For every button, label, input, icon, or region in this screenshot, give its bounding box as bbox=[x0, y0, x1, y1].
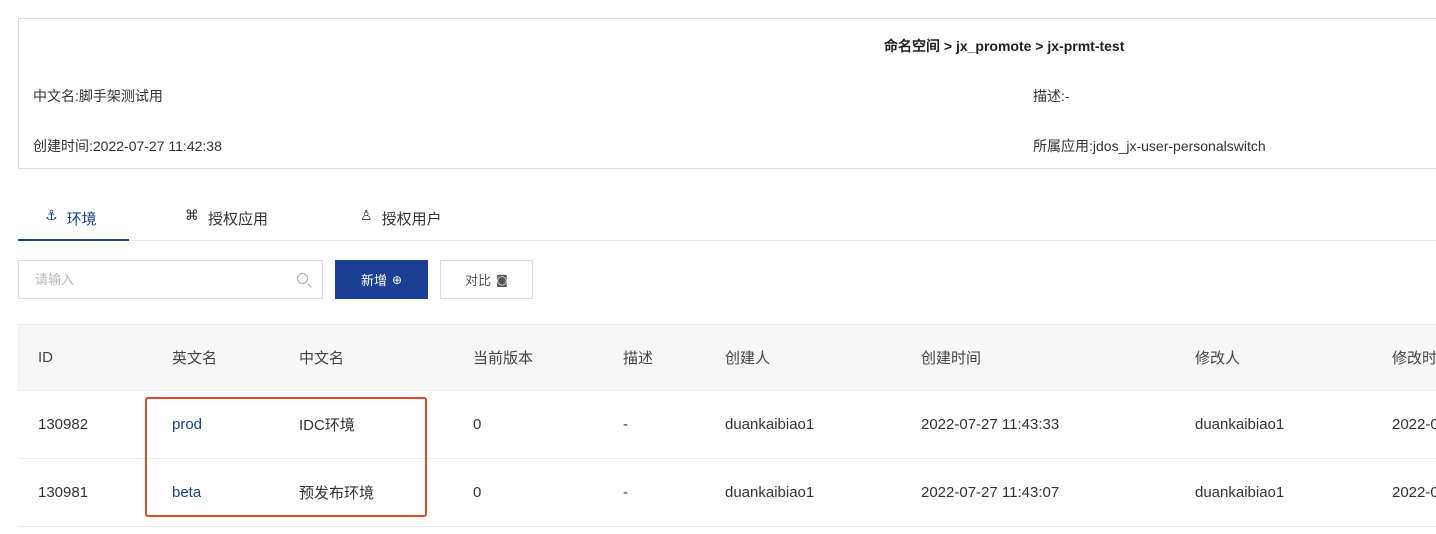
anchor-icon: ⚓ bbox=[45, 208, 58, 224]
cell-modified-time: 2022-07-27 11:43:33 bbox=[1392, 416, 1436, 433]
cell-id: 130982 bbox=[38, 416, 89, 433]
cell-description: - bbox=[623, 484, 628, 501]
table-row[interactable]: 130981 beta 预发布环境 0 - duankaibiao1 2022-… bbox=[18, 459, 1436, 527]
cell-current-version: 0 bbox=[473, 484, 482, 501]
tab-bar: ⚓ 环境 ⌘ 授权应用 ♙ 授权用户 bbox=[18, 200, 1436, 241]
search-icon[interactable] bbox=[297, 273, 308, 284]
table-header: ID 英文名 中文名 当前版本 描述 创建人 创建时间 修改人 修改时间 bbox=[18, 324, 1436, 391]
header-modified-time: 修改时间 bbox=[1392, 350, 1436, 367]
description-info: 描述:- bbox=[1033, 88, 1070, 104]
cell-id: 130981 bbox=[38, 484, 89, 501]
header-chinese-name: 中文名 bbox=[299, 350, 345, 367]
namespace-info-panel: 命名空间 > jx_promote > jx-prmt-test 中文名:脚手架… bbox=[18, 18, 1436, 169]
cell-chinese-name: 预发布环境 bbox=[299, 485, 375, 502]
app-info: 所属应用:jdos_jx-user-personalswitch bbox=[1033, 138, 1266, 154]
tab-authorized-users[interactable]: ♙ 授权用户 bbox=[360, 200, 442, 240]
created-time-info: 创建时间:2022-07-27 11:42:38 bbox=[33, 138, 222, 154]
compare-button-label: 对比 bbox=[465, 273, 492, 288]
tab-authorized-apps[interactable]: ⌘ 授权应用 bbox=[185, 200, 268, 240]
add-button[interactable]: 新增 ⊕ bbox=[335, 260, 428, 299]
tab-environment-label: 环境 bbox=[66, 211, 97, 228]
breadcrumb: 命名空间 > jx_promote > jx-prmt-test bbox=[884, 38, 1125, 54]
header-description: 描述 bbox=[623, 350, 654, 367]
cell-english-name-link[interactable]: beta bbox=[172, 459, 201, 526]
header-id: ID bbox=[38, 349, 53, 366]
cell-modified-time: 2022-07-27 11:43:07 bbox=[1392, 484, 1436, 501]
cell-description: - bbox=[623, 416, 628, 433]
plus-circle-icon: ⊕ bbox=[391, 272, 403, 287]
tab-authorized-apps-label: 授权应用 bbox=[208, 211, 269, 228]
cell-creator: duankaibiao1 bbox=[725, 484, 815, 501]
search-input[interactable] bbox=[19, 261, 279, 298]
table-row[interactable]: 130982 prod IDC环境 0 - duankaibiao1 2022-… bbox=[18, 391, 1436, 459]
tab-environment[interactable]: ⚓ 环境 bbox=[18, 200, 129, 241]
header-creator: 创建人 bbox=[725, 350, 771, 367]
header-modifier: 修改人 bbox=[1195, 350, 1241, 367]
cell-english-name-link[interactable]: prod bbox=[172, 391, 202, 458]
cell-created-time: 2022-07-27 11:43:33 bbox=[921, 416, 1060, 433]
camera-icon: ◙ bbox=[496, 272, 508, 287]
add-button-label: 新增 bbox=[360, 273, 387, 288]
search-box bbox=[18, 260, 323, 299]
header-created-time: 创建时间 bbox=[921, 350, 982, 367]
tab-authorized-users-label: 授权用户 bbox=[381, 211, 442, 228]
cell-current-version: 0 bbox=[473, 416, 482, 433]
chinese-name-info: 中文名:脚手架测试用 bbox=[33, 88, 163, 104]
compare-button[interactable]: 对比 ◙ bbox=[440, 260, 533, 299]
cell-chinese-name: IDC环境 bbox=[299, 417, 355, 434]
command-icon: ⌘ bbox=[185, 208, 199, 224]
cell-created-time: 2022-07-27 11:43:07 bbox=[921, 484, 1060, 501]
cell-modifier: duankaibiao1 bbox=[1195, 416, 1285, 433]
cell-modifier: duankaibiao1 bbox=[1195, 484, 1285, 501]
header-current-version: 当前版本 bbox=[473, 350, 534, 367]
cell-creator: duankaibiao1 bbox=[725, 416, 815, 433]
environment-table: ID 英文名 中文名 当前版本 描述 创建人 创建时间 修改人 修改时间 130… bbox=[18, 324, 1436, 527]
header-english-name: 英文名 bbox=[172, 350, 218, 367]
user-icon: ♙ bbox=[360, 208, 373, 224]
